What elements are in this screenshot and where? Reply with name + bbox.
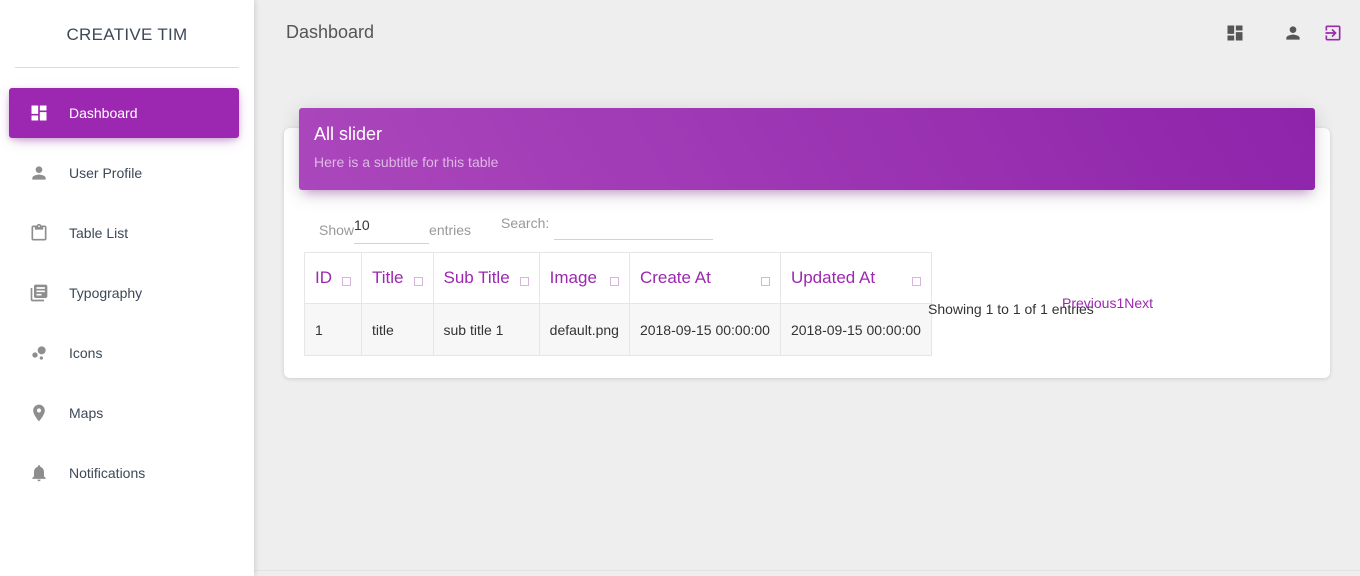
- cell-id: 1: [304, 303, 362, 356]
- cell-create-at: 2018-09-15 00:00:00: [628, 303, 781, 356]
- sidebar-item-notifications[interactable]: Notifications: [9, 448, 239, 498]
- card-header: All slider Here is a subtitle for this t…: [299, 108, 1315, 190]
- page-title[interactable]: Dashboard: [286, 22, 374, 43]
- dashboard-icon: [29, 103, 49, 123]
- show-label: Show: [319, 222, 355, 238]
- person-icon: [29, 163, 49, 183]
- sidebar-item-label: Typography: [69, 285, 143, 301]
- dashboard-icon[interactable]: [1224, 22, 1246, 44]
- sidebar-nav: Dashboard User Profile Table List Typogr…: [0, 88, 254, 498]
- card-title: All slider: [314, 124, 383, 144]
- brand-logo-text[interactable]: CREATIVE TIM: [15, 0, 239, 68]
- sidebar: CREATIVE TIM Dashboard User Profile Tabl…: [0, 0, 254, 576]
- column-header-label: Sub Title: [443, 268, 510, 287]
- column-header-title[interactable]: Title: [361, 252, 434, 304]
- sidebar-item-maps[interactable]: Maps: [9, 388, 239, 438]
- sort-icon: [342, 276, 351, 286]
- cell-sub-title: sub title 1: [432, 303, 540, 356]
- person-icon[interactable]: [1282, 22, 1304, 44]
- library-books-icon: [29, 283, 49, 303]
- sort-icon: [609, 276, 619, 286]
- entries-length-select[interactable]: 10: [354, 216, 430, 244]
- clipboard-icon: [29, 223, 49, 243]
- column-header-label: ID: [315, 268, 332, 287]
- column-header-id[interactable]: ID: [304, 252, 362, 304]
- sidebar-item-dashboard[interactable]: Dashboard: [9, 88, 239, 138]
- column-header-create-at[interactable]: Create At: [628, 252, 781, 304]
- sidebar-item-typography[interactable]: Typography: [9, 268, 239, 318]
- top-navbar: Dashboard: [254, 0, 1360, 68]
- sidebar-item-table-list[interactable]: Table List: [9, 208, 239, 258]
- footer-divider: [254, 570, 1360, 571]
- previous-button[interactable]: Previous: [1062, 295, 1116, 311]
- table-header-row: ID Title Sub Title Image Create At Updat…: [304, 252, 932, 304]
- bell-icon: [29, 463, 49, 483]
- sidebar-item-label: Dashboard: [69, 105, 138, 121]
- column-header-label: Create At: [639, 268, 711, 287]
- column-header-label: Title: [372, 268, 404, 287]
- page-button-1[interactable]: 1: [1116, 295, 1124, 311]
- location-pin-icon: [29, 403, 49, 423]
- bubble-chart-icon: [29, 343, 49, 363]
- sidebar-item-label: Table List: [69, 225, 129, 241]
- sort-icon: [760, 276, 770, 286]
- search-input[interactable]: [554, 210, 713, 240]
- column-header-sub-title[interactable]: Sub Title: [432, 252, 540, 304]
- sort-icon: [413, 276, 423, 286]
- entries-label: entries: [429, 222, 472, 238]
- card-subtitle: Here is a subtitle for this table: [314, 154, 499, 170]
- column-header-label: Image: [549, 268, 597, 287]
- sidebar-item-label: Notifications: [69, 465, 146, 481]
- search-label: Search:: [501, 215, 550, 231]
- sort-icon: [911, 276, 921, 286]
- cell-image: default.png: [538, 303, 630, 356]
- column-header-image[interactable]: Image: [538, 252, 630, 304]
- column-header-label: Updated At: [790, 268, 876, 287]
- next-button[interactable]: Next: [1124, 295, 1153, 311]
- sidebar-item-label: User Profile: [69, 165, 143, 181]
- table-row[interactable]: 1 title sub title 1 default.png 2018-09-…: [304, 303, 932, 356]
- slider-table: ID Title Sub Title Image Create At Updat…: [304, 252, 932, 356]
- column-header-updated-at[interactable]: Updated At: [779, 252, 932, 304]
- sidebar-item-user-profile[interactable]: User Profile: [9, 148, 239, 198]
- entries-length-control: Show 10 entries: [319, 216, 471, 244]
- sidebar-item-label: Icons: [69, 345, 103, 361]
- cell-updated-at: 2018-09-15 00:00:00: [779, 303, 932, 356]
- logout-icon[interactable]: [1322, 22, 1344, 44]
- cell-title: title: [361, 303, 434, 356]
- sort-icon: [519, 276, 529, 286]
- sidebar-item-icons[interactable]: Icons: [9, 328, 239, 378]
- sidebar-item-label: Maps: [69, 405, 104, 421]
- pagination: Previous 1 Next: [1062, 295, 1153, 311]
